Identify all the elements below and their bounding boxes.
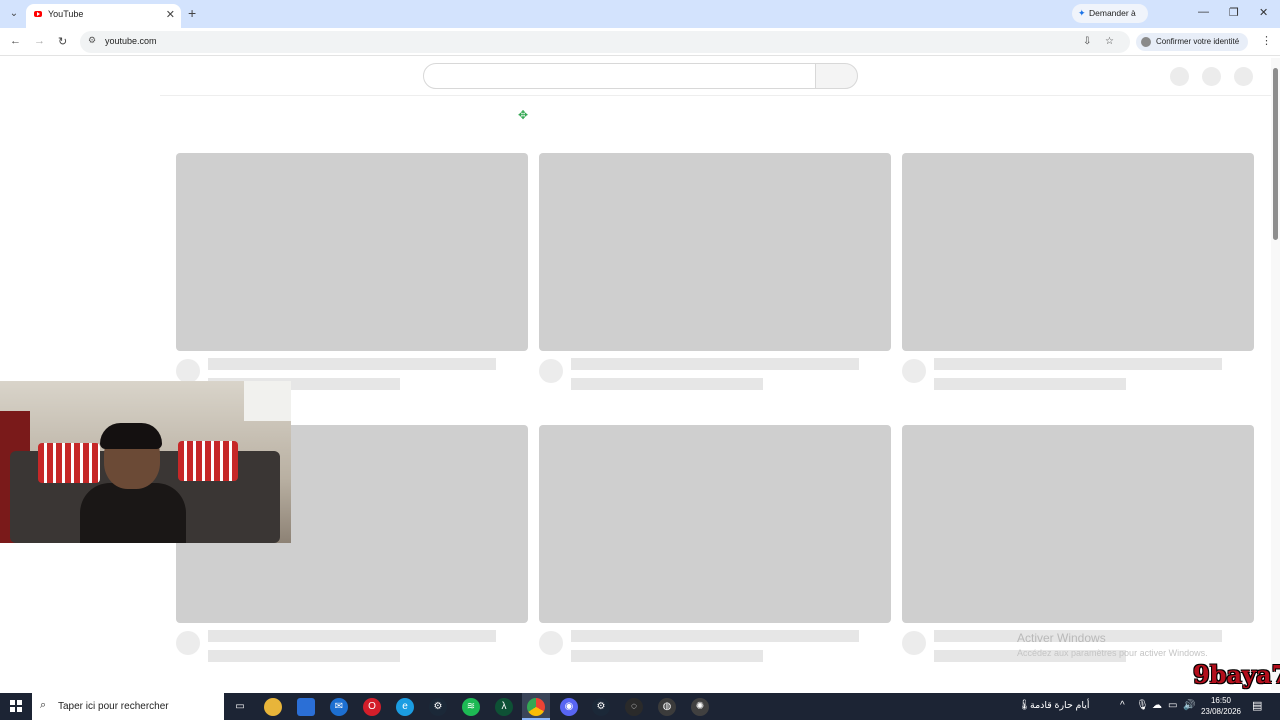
video-meta-skeleton (571, 650, 763, 662)
browser-tab-bar: ⌄ YouTube ✕ + ✦ Demander à Gemini — ❐ ✕ (0, 0, 1280, 37)
webcam-person-body (80, 483, 186, 543)
video-meta-skeleton (934, 378, 1126, 390)
microphone-icon[interactable]: 🎙 (1136, 700, 1149, 711)
forward-button[interactable]: → (34, 35, 45, 47)
channel-avatar-skeleton (539, 359, 563, 383)
steelseries-icon[interactable]: ✺ (691, 698, 709, 716)
video-meta-skeleton (208, 650, 400, 662)
screen: ⌄ YouTube ✕ + ✦ Demander à Gemini — ❐ ✕ … (0, 0, 1280, 720)
notification-center-icon[interactable]: ▤ (1252, 699, 1262, 712)
video-thumbnail-skeleton[interactable] (902, 153, 1254, 351)
reload-button[interactable]: ↻ (58, 35, 67, 48)
video-thumbnail-skeleton[interactable] (176, 153, 528, 351)
video-meta-skeleton (571, 378, 763, 390)
new-tab-button[interactable]: + (188, 5, 196, 21)
yt-search-button-skeleton[interactable] (815, 63, 858, 89)
move-cursor-icon: ✥ (518, 108, 529, 122)
taskbar-search-placeholder: Taper ici pour rechercher (58, 701, 169, 712)
browser-menu-icon[interactable]: ⋮ (1261, 34, 1272, 47)
webcam-pillow (38, 443, 100, 483)
identity-button-label: Confirmer votre identité (1156, 37, 1240, 46)
tab-youtube[interactable]: YouTube ✕ (26, 4, 181, 28)
yt-chip-bar-divider (160, 95, 1272, 96)
video-title-skeleton (208, 630, 496, 642)
tab-search-chevron-icon[interactable]: ⌄ (6, 6, 22, 22)
install-app-icon[interactable]: ⇩ (1083, 36, 1091, 47)
url-text: youtube.com (105, 36, 157, 46)
discord-icon[interactable]: ◉ (560, 698, 578, 716)
minimize-button[interactable]: — (1198, 6, 1209, 18)
cloud-icon[interactable]: ☁ (1152, 700, 1162, 711)
channel-avatar-skeleton (176, 631, 200, 655)
taskbar-clock[interactable]: 16:50 23/08/2026 (1196, 695, 1246, 717)
steam-icon[interactable]: ⚙ (429, 698, 447, 716)
clock-time: 16:50 (1210, 696, 1232, 705)
video-thumbnail-skeleton[interactable] (539, 425, 891, 623)
video-title-skeleton (208, 358, 496, 370)
clock-date: 23/08/2026 (1200, 707, 1242, 716)
profile-avatar-icon (1141, 37, 1151, 47)
yt-header-icon-skeleton[interactable] (1170, 67, 1189, 86)
channel-avatar-skeleton (902, 359, 926, 383)
bookmark-star-icon[interactable]: ☆ (1105, 36, 1114, 47)
restore-button[interactable]: ❐ (1229, 6, 1239, 19)
youtube-favicon-icon (34, 11, 42, 17)
gemini-button[interactable]: ✦ Demander à Gemini (1072, 4, 1148, 37)
video-thumbnail-skeleton[interactable] (902, 425, 1254, 623)
channel-avatar-skeleton (902, 631, 926, 655)
chrome-icon[interactable] (527, 698, 545, 716)
volume-icon[interactable]: 🔊 (1183, 700, 1195, 711)
terminal-icon[interactable]: λ (495, 698, 513, 716)
tab-close-icon[interactable]: ✕ (166, 8, 175, 21)
video-thumbnail-skeleton[interactable] (539, 153, 891, 351)
channel-avatar-skeleton (176, 359, 200, 383)
yt-header-avatar-skeleton[interactable] (1234, 67, 1253, 86)
task-view-icon[interactable]: ▭ (231, 698, 249, 716)
spotify-icon[interactable]: ≋ (462, 698, 480, 716)
yt-search-input-skeleton[interactable] (423, 63, 816, 89)
taskbar-search-box[interactable]: ⌕ Taper ici pour rechercher (32, 693, 224, 720)
close-window-button[interactable]: ✕ (1259, 6, 1268, 19)
weather-thermometer-icon[interactable]: 🌡 (1018, 700, 1031, 711)
mail-icon[interactable]: ✉ (330, 698, 348, 716)
webcam-pillow (178, 441, 238, 481)
site-info-icon[interactable]: ⚙ (88, 35, 96, 46)
steam-icon[interactable]: ⚙ (592, 698, 610, 716)
webcam-overlay (0, 381, 291, 543)
address-bar[interactable]: ⚙ youtube.com (80, 31, 1130, 53)
webcam-window-light (244, 381, 291, 421)
channel-logo-watermark: 9baya7 (1193, 660, 1280, 689)
yt-header-icon-skeleton[interactable] (1202, 67, 1221, 86)
network-icon[interactable]: ▭ (1168, 700, 1177, 711)
opera-icon[interactable]: O (363, 698, 381, 716)
scrollbar-thumb[interactable] (1273, 68, 1278, 240)
video-title-skeleton (571, 358, 859, 370)
weather-widget-text[interactable]: أيام حارة قادمة (1030, 700, 1090, 711)
app-icon[interactable]: ◍ (658, 698, 676, 716)
gemini-sparkle-icon: ✦ (1078, 8, 1086, 18)
file-explorer-icon[interactable] (264, 698, 282, 716)
back-button[interactable]: ← (10, 35, 21, 47)
channel-avatar-skeleton (539, 631, 563, 655)
browser-toolbar: ← → ↻ ⚙ youtube.com ⇩ ☆ Confirmer votre … (0, 28, 1280, 56)
activate-windows-title: Activer Windows (1017, 631, 1106, 645)
start-button[interactable] (10, 700, 22, 712)
show-hidden-icons-chevron-icon[interactable]: ^ (1120, 700, 1125, 711)
edge-icon[interactable]: e (396, 698, 414, 716)
windows-taskbar: ⌕ Taper ici pour rechercher ▭ ✉ O e ⚙ ≋ … (0, 693, 1280, 720)
tab-title: YouTube (48, 9, 84, 19)
page-scrollbar[interactable] (1271, 58, 1280, 690)
store-icon[interactable] (297, 698, 315, 716)
search-icon: ⌕ (40, 699, 47, 711)
video-title-skeleton (571, 630, 859, 642)
app-icon[interactable]: ◌ (625, 698, 643, 716)
webcam-person-hair (100, 423, 162, 449)
video-title-skeleton (934, 358, 1222, 370)
identity-button[interactable]: Confirmer votre identité (1136, 33, 1248, 51)
activate-windows-subtitle: Accédez aux paramètres pour activer Wind… (1017, 648, 1208, 658)
